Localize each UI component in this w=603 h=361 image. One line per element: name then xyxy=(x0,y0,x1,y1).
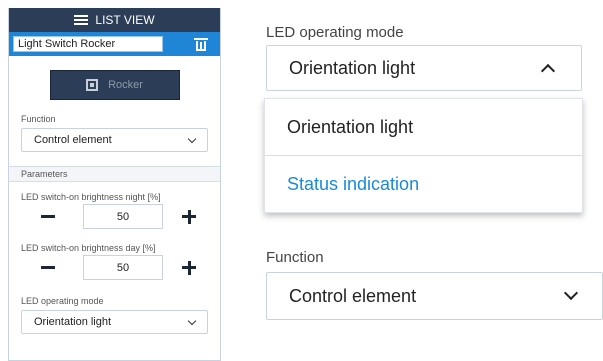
list-view-title: LIST VIEW xyxy=(95,13,155,27)
option-status-indication[interactable]: Status indication xyxy=(265,156,582,213)
night-increment-button[interactable] xyxy=(182,209,196,224)
list-view-header[interactable]: LIST VIEW xyxy=(9,8,220,32)
device-name-input[interactable]: Light Switch Rocker xyxy=(13,36,163,52)
night-brightness-input[interactable]: 50 xyxy=(83,204,163,229)
led-mode-dropdown: Orientation light Status indication xyxy=(264,98,583,213)
function-select[interactable]: Control element xyxy=(21,128,208,152)
night-brightness-label: LED switch-on brightness night [%] xyxy=(21,192,161,202)
zoom-led-mode-label: LED operating mode xyxy=(266,24,404,41)
rocker-icon xyxy=(86,79,99,91)
delete-button[interactable] xyxy=(186,34,216,54)
chevron-down-icon xyxy=(563,285,579,301)
led-mode-select[interactable]: Orientation light xyxy=(21,310,208,334)
led-mode-label: LED operating mode xyxy=(21,296,104,306)
day-brightness-label: LED switch-on brightness day [%] xyxy=(21,243,156,253)
parameters-heading: Parameters xyxy=(9,167,220,182)
device-name-row: Light Switch Rocker xyxy=(9,32,220,56)
rocker-button[interactable]: Rocker xyxy=(49,70,180,100)
function-select-value: Control element xyxy=(34,134,112,146)
day-brightness-stepper: 50 xyxy=(9,255,220,280)
zoom-led-mode-value: Orientation light xyxy=(289,57,416,78)
zoom-led-mode-select[interactable]: Orientation light xyxy=(266,45,582,91)
trash-icon xyxy=(194,37,208,51)
night-brightness-stepper: 50 xyxy=(9,204,220,229)
chevron-up-icon xyxy=(540,63,556,79)
function-label: Function xyxy=(21,114,56,124)
zoom-function-value: Control element xyxy=(289,285,417,306)
option-orientation-light[interactable]: Orientation light xyxy=(265,99,582,156)
list-view-panel: LIST VIEW Light Switch Rocker Rocker Fun… xyxy=(8,8,221,361)
rocker-area: Rocker xyxy=(9,56,220,114)
day-brightness-input[interactable]: 50 xyxy=(83,255,163,280)
night-decrement-button[interactable] xyxy=(41,215,55,218)
chevron-down-icon xyxy=(187,134,197,143)
day-increment-button[interactable] xyxy=(182,260,196,275)
zoom-function-select[interactable]: Control element xyxy=(266,272,603,320)
list-icon xyxy=(74,15,89,25)
rocker-label: Rocker xyxy=(108,79,143,91)
day-decrement-button[interactable] xyxy=(41,266,55,269)
zoom-function-label: Function xyxy=(266,249,324,266)
chevron-down-icon xyxy=(187,316,197,325)
led-mode-select-value: Orientation light xyxy=(34,316,112,328)
